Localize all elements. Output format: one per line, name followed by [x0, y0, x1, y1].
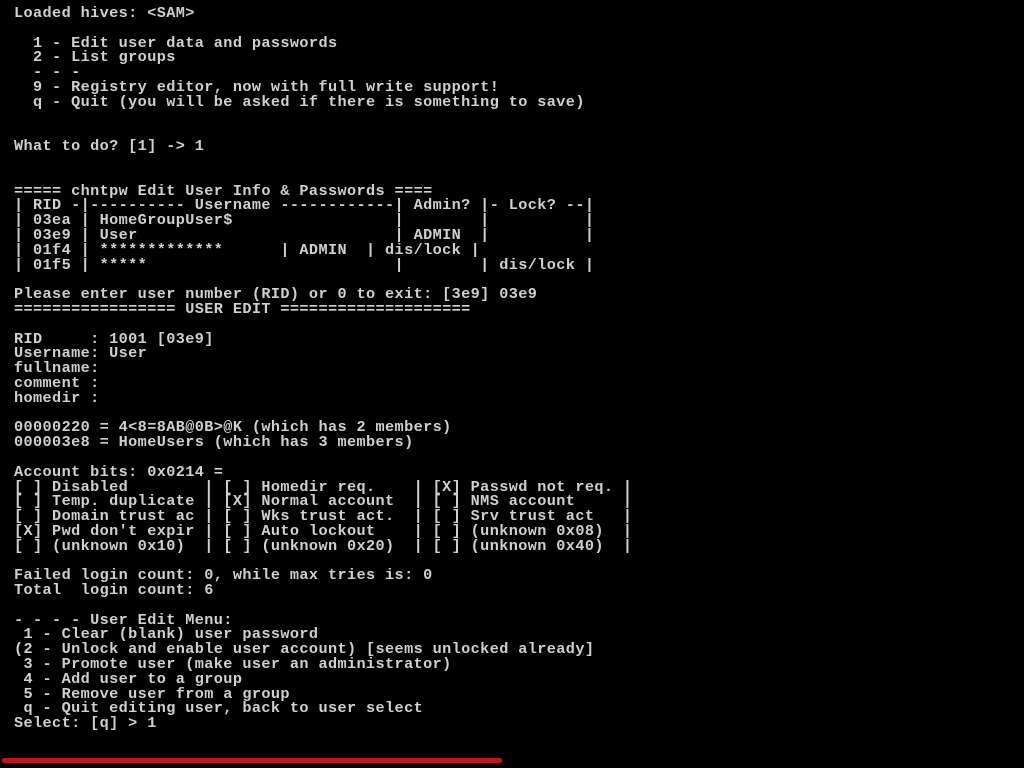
group-membership: 000003e8 = HomeUsers (which has 3 member… — [14, 433, 414, 451]
highlight-underline — [2, 758, 502, 763]
terminal-output: Loaded hives: <SAM> 1 - Edit user data a… — [0, 0, 1024, 733]
total-login-count: Total login count: 6 — [14, 581, 214, 599]
select-prompt[interactable]: Select: [q] > 1 — [14, 714, 157, 732]
what-to-do-prompt: What to do? [1] -> 1 — [14, 137, 204, 155]
user-table-row: | 01f5 | ***** | | dis/lock | — [14, 256, 594, 274]
loaded-hives: Loaded hives: <SAM> — [14, 4, 195, 22]
account-bits-row: [ ] (unknown 0x10) | [ ] (unknown 0x20) … — [14, 537, 632, 555]
menu-item-q: q - Quit (you will be asked if there is … — [14, 93, 585, 111]
user-info-homedir: homedir : — [14, 389, 100, 407]
user-edit-banner: ================= USER EDIT ============… — [14, 300, 471, 318]
